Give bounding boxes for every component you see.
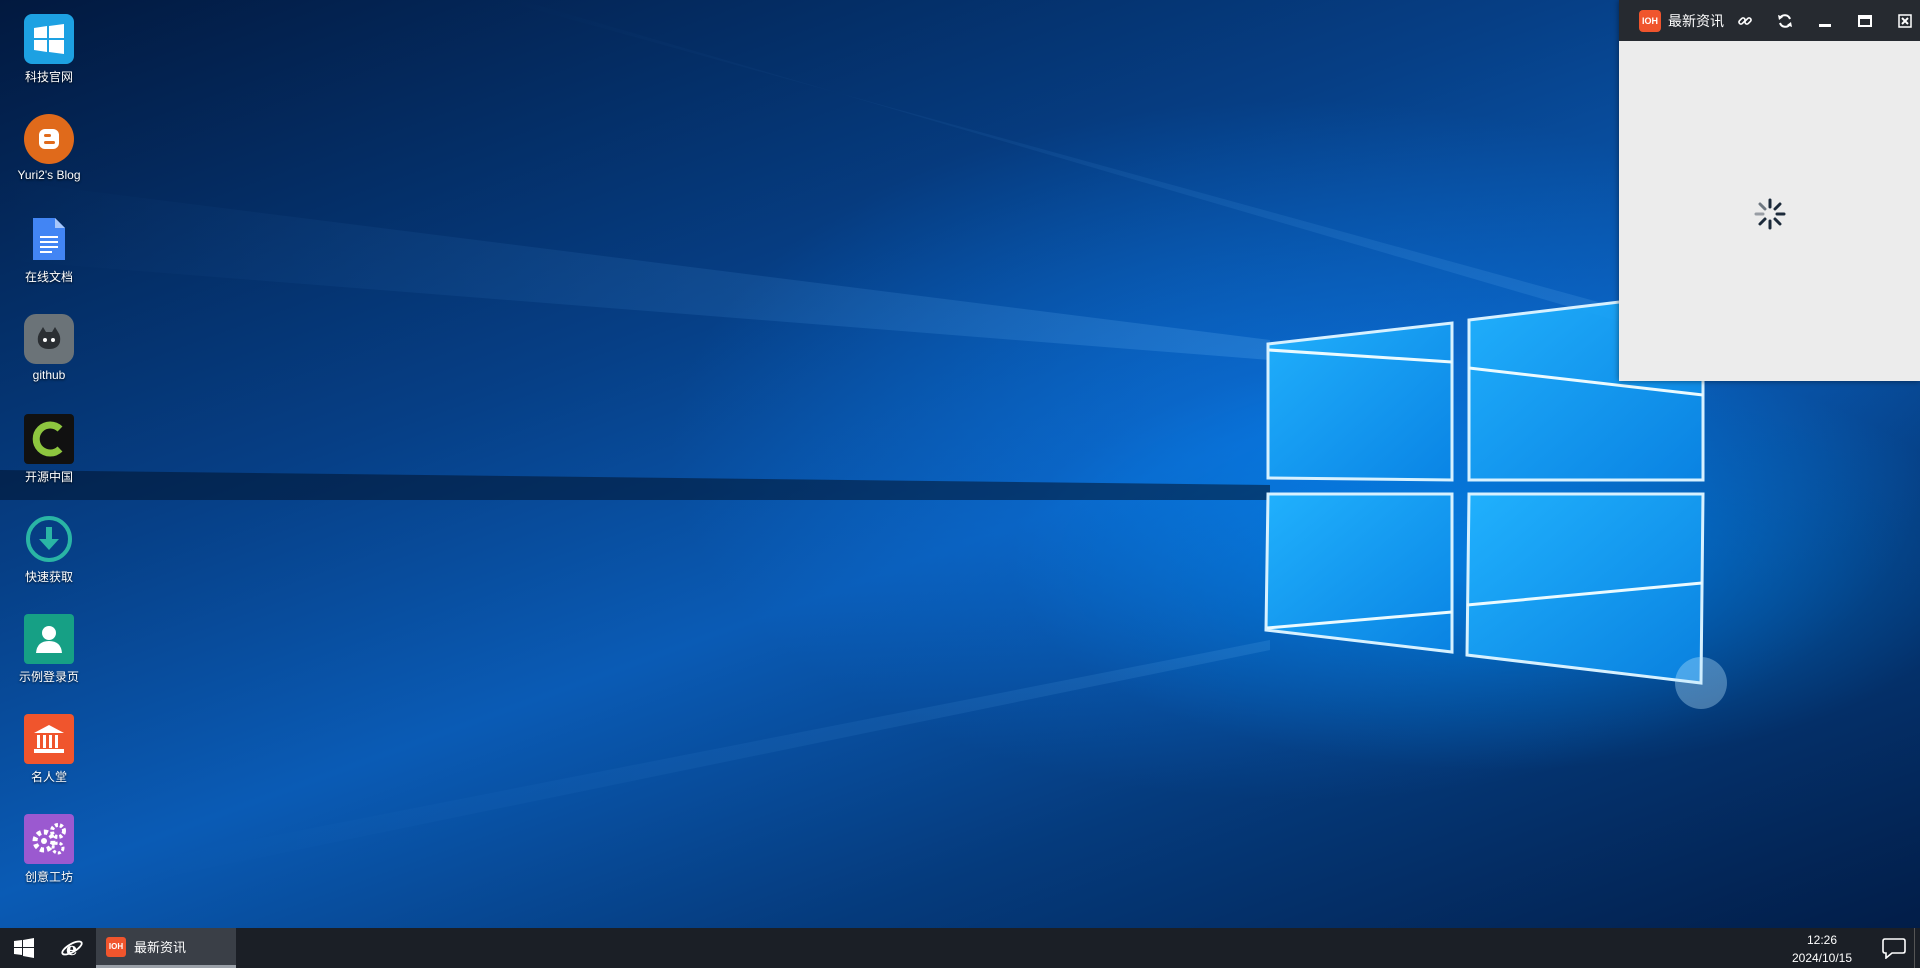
desktop-icon-label: 科技官网: [24, 70, 73, 84]
internet-explorer-icon: e: [61, 939, 83, 960]
desktop-icon-label: github: [32, 368, 66, 382]
desktop-icon-quick-get[interactable]: 快速获取: [4, 500, 94, 590]
window-content: [1619, 41, 1920, 381]
desktop-icon-blog[interactable]: Yuri2's Blog: [4, 100, 94, 190]
taskbar-item-label: 最新资讯: [134, 940, 187, 955]
windows-start-icon: [14, 938, 34, 958]
clock[interactable]: 12:26 2024/10/15: [1782, 931, 1862, 967]
svg-text:e: e: [66, 939, 77, 960]
gears-icon: [24, 814, 74, 864]
desktop-icon-label: 开源中国: [24, 470, 73, 484]
maximize-icon[interactable]: [1854, 10, 1876, 32]
user-icon: [24, 614, 74, 664]
show-desktop-button[interactable]: [1914, 928, 1920, 968]
refresh-icon[interactable]: [1774, 10, 1796, 32]
desktop-icon-label: 创意工坊: [24, 870, 73, 884]
download-icon: [24, 514, 74, 564]
desktop-icon-login-demo[interactable]: 示例登录页: [4, 600, 94, 690]
link-icon[interactable]: [1734, 10, 1756, 32]
desktop-icon-hall-of-fame[interactable]: 名人堂: [4, 700, 94, 790]
news-window[interactable]: IOH 最新资讯: [1619, 0, 1920, 381]
document-icon: [24, 214, 74, 264]
close-icon[interactable]: [1894, 10, 1916, 32]
desktop-icon-label: 在线文档: [24, 270, 73, 284]
desktop-icon-label: Yuri2's Blog: [17, 168, 81, 182]
taskbar: e IOH 最新资讯 12:26 2024/10/15: [0, 928, 1920, 968]
notification-center-button[interactable]: [1882, 937, 1906, 960]
window-title: 最新资讯: [1668, 12, 1724, 29]
desktop-icon-creative-workshop[interactable]: 创意工坊: [4, 800, 94, 890]
desktop-icon-oschina[interactable]: 开源中国: [4, 400, 94, 490]
clock-time: 12:26: [1806, 933, 1838, 947]
desktop-icon-tech-site[interactable]: 科技官网: [4, 0, 94, 90]
taskbar-item-news[interactable]: IOH 最新资讯: [96, 928, 236, 968]
window-title-bar[interactable]: IOH 最新资讯: [1619, 0, 1920, 41]
oschina-icon: [24, 414, 74, 464]
minimize-icon[interactable]: [1814, 10, 1836, 32]
start-button[interactable]: [0, 928, 48, 968]
desktop-icon-online-docs[interactable]: 在线文档: [4, 200, 94, 290]
clock-date: 2024/10/15: [1791, 951, 1853, 965]
message-icon: [1882, 938, 1906, 960]
browser-button[interactable]: e: [48, 928, 96, 968]
app-icon: IOH: [106, 936, 126, 957]
app-icon: IOH: [1639, 9, 1661, 32]
museum-icon: [24, 714, 74, 764]
github-icon: [24, 314, 74, 364]
blogger-icon: [24, 114, 74, 164]
windows-logo-icon: [24, 14, 74, 64]
desktop-icon-label: 示例登录页: [18, 670, 79, 684]
loading-spinner-icon: [1754, 198, 1786, 230]
desktop-icon-github[interactable]: github: [4, 300, 94, 390]
desktop-icon-label: 名人堂: [30, 770, 67, 784]
desktop-icon-label: 快速获取: [24, 570, 73, 584]
